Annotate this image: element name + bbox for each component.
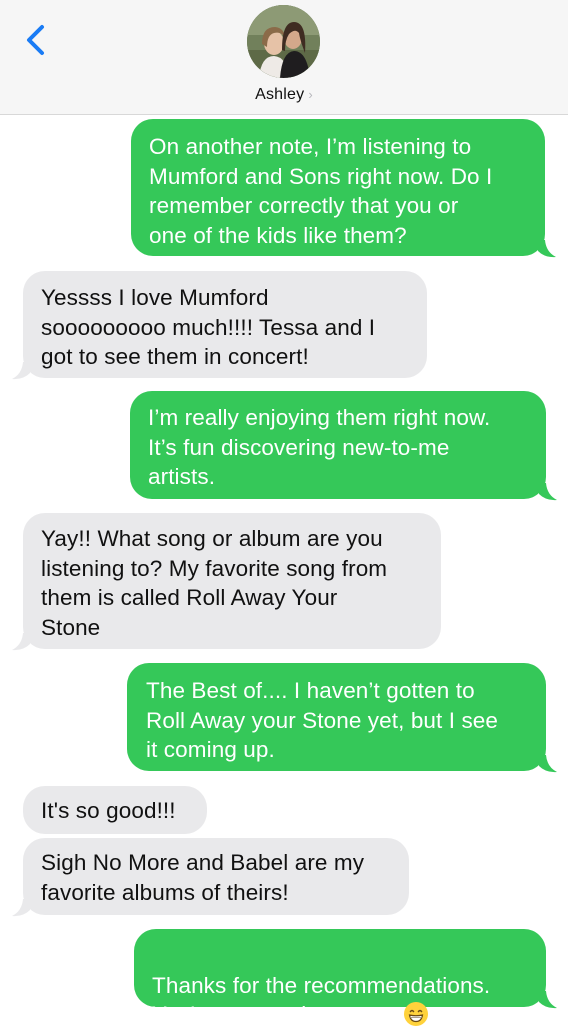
bubble-tail [538,240,556,258]
bubble-tail [539,991,557,1009]
chevron-right-icon: › [308,87,313,102]
message-bubble-incoming[interactable]: Sigh No More and Babel are my favorite a… [23,838,409,915]
message-bubble-incoming[interactable]: Yay!! What song or album are you listeni… [23,513,441,649]
grinning-face-icon [403,1002,428,1026]
contact-photo [247,5,320,78]
message-bubble-incoming[interactable]: It's so good!!! [23,786,207,834]
message-bubble-outgoing[interactable]: On another note, I’m listening to Mumfor… [131,119,545,256]
back-button[interactable] [18,20,54,60]
message-bubble-incoming[interactable]: Yessss I love Mumford sooooooooo much!!!… [23,271,427,378]
bubble-tail [539,483,557,501]
message-bubble-outgoing[interactable]: I’m really enjoying them right now. It’s… [130,391,546,499]
avatar[interactable] [247,5,320,78]
message-bubble-outgoing[interactable]: The Best of.... I haven’t gotten to Roll… [127,663,546,771]
bubble-tail [12,633,30,651]
contact-name-row[interactable]: Ashley › [0,86,568,104]
message-text: Thanks for the recommendations. You’re m… [152,972,491,1028]
bubble-tail [12,362,30,380]
bubble-tail [12,899,30,917]
bubble-tail [539,755,557,773]
chevron-left-icon [27,25,44,55]
conversation-header: Ashley › [0,0,568,115]
contact-name: Ashley [255,86,305,103]
message-bubble-outgoing[interactable]: Thanks for the recommendations. You’re m… [134,929,546,1027]
